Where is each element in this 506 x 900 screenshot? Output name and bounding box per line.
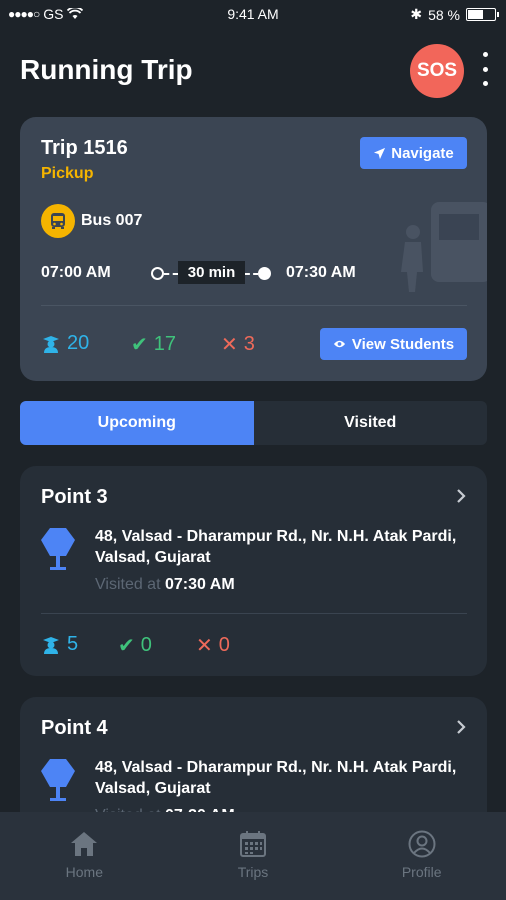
tab-visited[interactable]: Visited bbox=[254, 401, 488, 445]
present-stat: ✔ 17 bbox=[131, 332, 176, 357]
trip-timeline: 07:00 AM 30 min 07:30 AM bbox=[41, 261, 461, 284]
visited-time: 07:30 AM bbox=[164, 576, 235, 593]
dash-line bbox=[164, 273, 178, 275]
nav-home-label: Home bbox=[65, 864, 104, 880]
page-title: Running Trip bbox=[20, 54, 193, 85]
total-students-count: 5 bbox=[67, 633, 79, 655]
visited-info: Visited at 07:30 AM bbox=[95, 576, 235, 594]
absent-stat: ✕ 0 bbox=[196, 633, 230, 658]
status-bar: ●●●●○ GS 9:41 AM ✱ 58 % bbox=[0, 0, 506, 30]
trip-stats: 20 ✔ 17 ✕ 3 bbox=[41, 332, 301, 358]
cross-icon: ✕ bbox=[196, 635, 213, 657]
nav-profile[interactable]: Profile bbox=[337, 812, 506, 900]
nav-profile-label: Profile bbox=[401, 864, 442, 880]
present-count: 0 bbox=[140, 634, 152, 656]
point-address: 48, Valsad - Dharampur Rd., Nr. N.H. Ata… bbox=[95, 759, 457, 797]
chevron-right-icon[interactable] bbox=[455, 719, 467, 735]
end-dot bbox=[258, 267, 271, 280]
point-title: Point 3 bbox=[41, 486, 108, 508]
bus-icon bbox=[41, 204, 75, 238]
view-students-button[interactable]: View Students bbox=[320, 328, 467, 360]
nav-home[interactable]: Home bbox=[0, 812, 169, 900]
calendar-icon bbox=[240, 831, 266, 857]
absent-stat: ✕ 3 bbox=[221, 332, 255, 357]
tab-bar: Upcoming Visited bbox=[20, 401, 487, 445]
tab-upcoming[interactable]: Upcoming bbox=[20, 401, 254, 445]
point-address: 48, Valsad - Dharampur Rd., Nr. N.H. Ata… bbox=[95, 528, 457, 566]
nav-trips[interactable]: Trips bbox=[169, 812, 338, 900]
check-icon: ✔ bbox=[118, 635, 135, 657]
check-icon: ✔ bbox=[131, 334, 148, 356]
absent-count: 3 bbox=[243, 333, 255, 355]
battery-info: ✱ 58 % bbox=[410, 6, 499, 23]
visited-label: Visited at bbox=[95, 576, 161, 593]
battery-icon bbox=[466, 8, 499, 21]
end-time: 07:30 AM bbox=[286, 264, 356, 281]
point-stats: 5 ✔ 0 ✕ 0 bbox=[41, 633, 281, 659]
chevron-right-icon[interactable] bbox=[455, 488, 467, 504]
divider bbox=[41, 305, 467, 306]
point-card[interactable]: Point 3 48, Valsad - Dharampur Rd., Nr. … bbox=[20, 466, 487, 676]
more-options-icon[interactable] bbox=[480, 52, 490, 86]
home-icon bbox=[71, 832, 98, 856]
total-students-count: 20 bbox=[67, 332, 90, 354]
absent-count: 0 bbox=[218, 634, 230, 656]
battery-percent: 58 % bbox=[428, 6, 460, 23]
bus-label: Bus 007 bbox=[81, 212, 143, 229]
student-icon bbox=[43, 636, 59, 654]
header: Running Trip SOS bbox=[20, 44, 490, 100]
eye-icon bbox=[333, 340, 345, 348]
point-title: Point 4 bbox=[41, 717, 108, 739]
trip-title: Trip 1516 bbox=[41, 137, 128, 159]
trip-card: Trip 1516 Pickup Navigate Bus 007 07:00 … bbox=[20, 117, 487, 381]
cross-icon: ✕ bbox=[221, 334, 238, 356]
bottom-navigation: Home Trips Profile bbox=[0, 812, 506, 900]
bus-stop-icon bbox=[41, 528, 75, 570]
view-students-label: View Students bbox=[351, 335, 455, 353]
student-icon bbox=[43, 335, 59, 353]
navigate-label: Navigate bbox=[391, 144, 454, 162]
start-dot bbox=[151, 267, 164, 280]
present-count: 17 bbox=[153, 333, 177, 355]
start-time: 07:00 AM bbox=[41, 264, 111, 281]
total-students-stat: 20 bbox=[41, 332, 89, 355]
divider bbox=[41, 613, 467, 614]
duration-badge: 30 min bbox=[178, 261, 245, 284]
bluetooth-icon: ✱ bbox=[410, 6, 423, 22]
route-line: 30 min bbox=[133, 261, 283, 284]
bus-stop-icon bbox=[41, 759, 75, 801]
navigate-button[interactable]: Navigate bbox=[360, 137, 467, 169]
navigation-arrow-icon bbox=[374, 147, 386, 159]
dash-line bbox=[245, 273, 258, 275]
total-students-stat: 5 bbox=[41, 633, 78, 656]
sos-button[interactable]: SOS bbox=[410, 44, 464, 98]
nav-trips-label: Trips bbox=[237, 864, 269, 880]
profile-icon bbox=[408, 830, 436, 858]
present-stat: ✔ 0 bbox=[118, 633, 152, 658]
trip-type: Pickup bbox=[41, 165, 94, 182]
school-bus-illustration bbox=[401, 202, 487, 292]
